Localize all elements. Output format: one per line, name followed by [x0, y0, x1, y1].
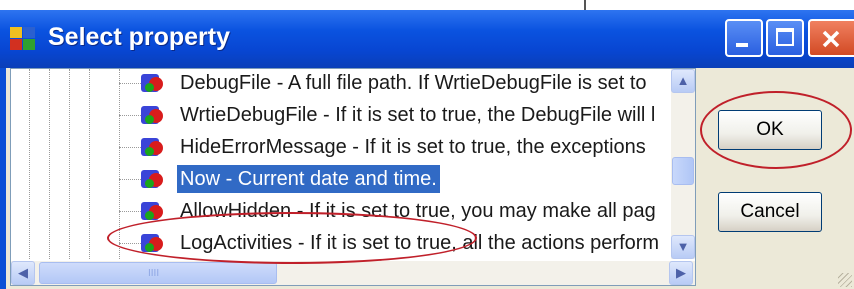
list-item-selected[interactable]: Now - Current date and time.: [11, 163, 671, 195]
background-strip: [0, 0, 854, 10]
app-window-icon: [10, 27, 36, 51]
vertical-scrollbar[interactable]: ▲ ▼: [671, 69, 695, 259]
list-item[interactable]: WrtieDebugFile - If it is set to true, t…: [11, 99, 671, 131]
vertical-scroll-thumb[interactable]: [672, 157, 694, 185]
chevron-down-icon: ▼: [676, 239, 690, 254]
horizontal-scrollbar[interactable]: ◀ IIII ▶: [11, 261, 695, 285]
minimize-button[interactable]: [725, 19, 763, 57]
property-icon: [141, 104, 167, 126]
highlight-annotation: [107, 212, 477, 264]
property-icon: [141, 72, 167, 94]
property-icon: [141, 168, 167, 190]
cancel-button[interactable]: Cancel: [718, 192, 822, 232]
list-item[interactable]: HideErrorMessage - If it is set to true,…: [11, 131, 671, 163]
property-icon: [141, 136, 167, 158]
list-item-label: HideErrorMessage - If it is set to true,…: [180, 136, 646, 158]
divider-line: [584, 0, 586, 10]
maximize-button[interactable]: [766, 19, 804, 57]
list-item-label: WrtieDebugFile - If it is set to true, t…: [180, 104, 656, 126]
scroll-down-button[interactable]: ▼: [671, 235, 695, 259]
horizontal-scroll-thumb[interactable]: IIII: [39, 262, 277, 284]
chevron-left-icon: ◀: [18, 265, 28, 280]
close-button[interactable]: [808, 19, 854, 57]
scroll-right-button[interactable]: ▶: [669, 261, 693, 285]
list-item[interactable]: DebugFile - A full file path. If WrtieDe…: [11, 69, 671, 99]
highlight-annotation: [700, 91, 852, 169]
title-bar[interactable]: Select property: [0, 10, 854, 68]
dialog-client-area: DebugFile - A full file path. If WrtieDe…: [6, 68, 854, 289]
select-property-dialog: Select property DebugFile - A full file …: [0, 10, 854, 289]
minimize-icon: [736, 43, 748, 47]
window-title: Select property: [48, 23, 231, 51]
chevron-right-icon: ▶: [676, 265, 686, 280]
resize-grip[interactable]: [838, 273, 852, 287]
scroll-up-button[interactable]: ▲: [671, 69, 695, 93]
close-icon: [822, 30, 840, 48]
maximize-icon: [776, 28, 794, 46]
list-item-label: DebugFile - A full file path. If WrtieDe…: [180, 72, 647, 94]
scroll-grip: IIII: [148, 268, 160, 279]
list-item-label: Now - Current date and time.: [177, 165, 440, 193]
scroll-left-button[interactable]: ◀: [11, 261, 35, 285]
property-tree-list[interactable]: DebugFile - A full file path. If WrtieDe…: [10, 68, 696, 286]
chevron-up-icon: ▲: [676, 73, 690, 88]
